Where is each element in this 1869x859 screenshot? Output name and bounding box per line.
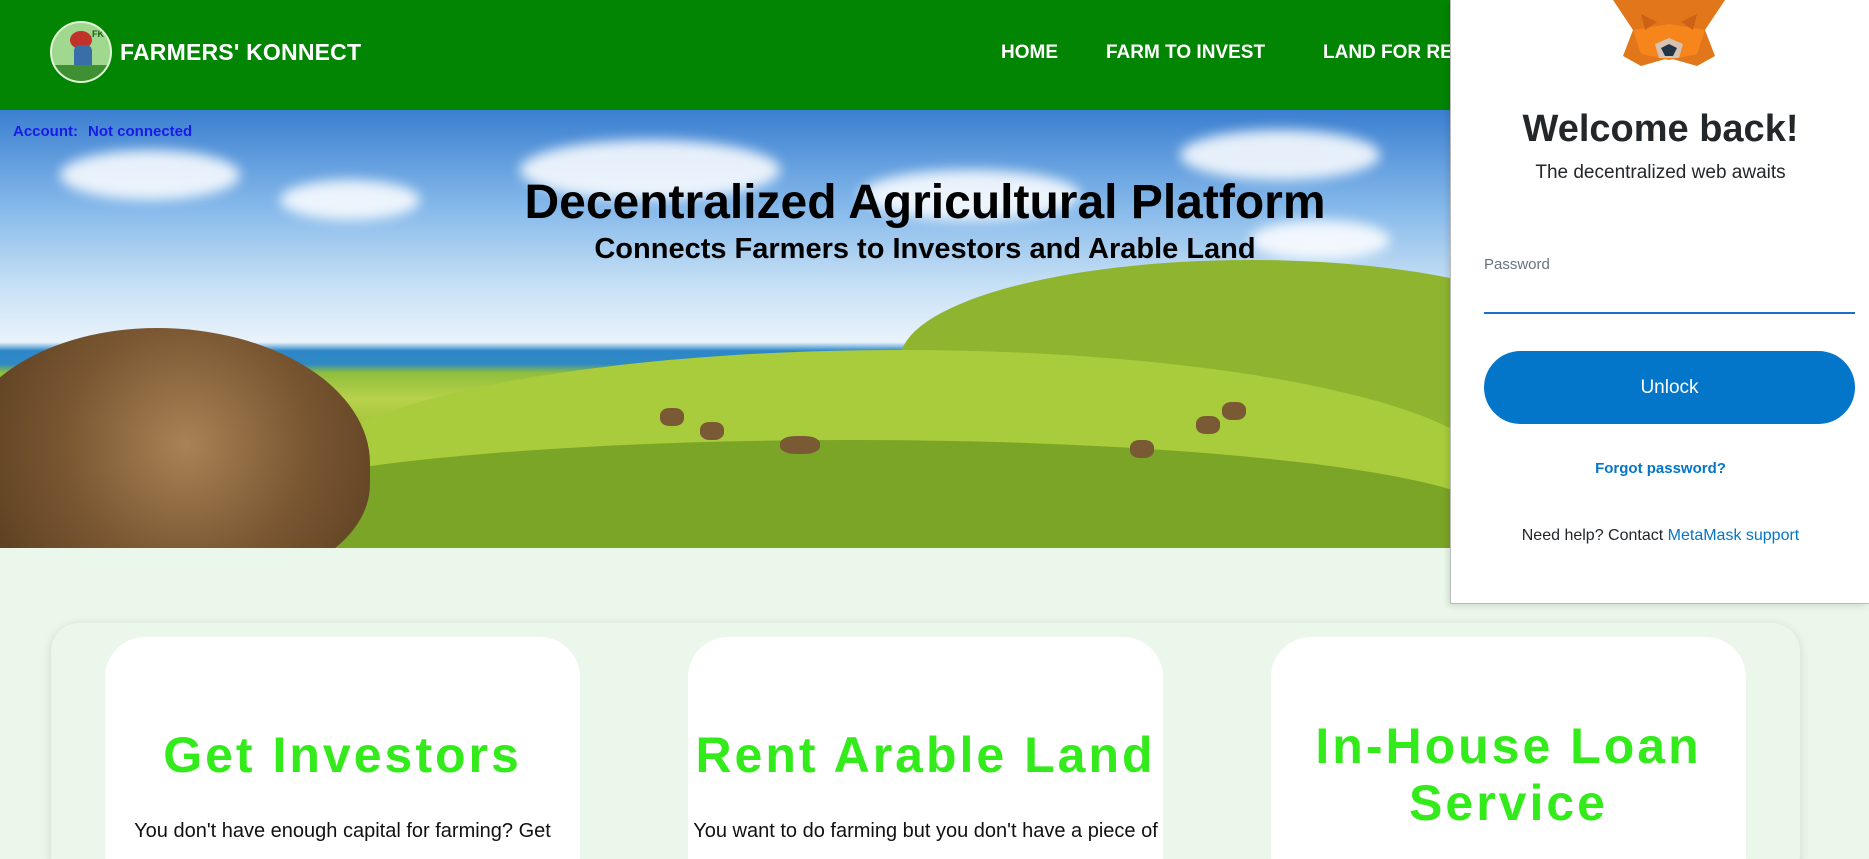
card-rent-arable-land[interactable]: Rent Arable Land You want to do farming … — [688, 637, 1163, 859]
nav-home[interactable]: HOME — [1001, 42, 1058, 64]
welcome-title: Welcome back! — [1522, 108, 1799, 150]
metamask-support-link[interactable]: MetaMask support — [1668, 527, 1800, 544]
hero-title: Decentralized Agricultural Platform — [524, 176, 1326, 229]
unlock-button[interactable]: Unlock — [1484, 351, 1855, 424]
account-status: Account: Not connected — [13, 123, 192, 140]
password-label: Password — [1484, 256, 1550, 273]
nav-land-for-rent[interactable]: LAND FOR RE — [1323, 42, 1453, 64]
account-value: Not connected — [88, 123, 193, 140]
card-text: You don't have enough capital for farmin… — [134, 820, 551, 842]
welcome-subtitle: The decentralized web awaits — [1535, 162, 1786, 183]
help-prefix: Need help? Contact — [1521, 527, 1664, 544]
card-in-house-loan[interactable]: In-House Loan Service — [1271, 637, 1746, 859]
hay-bale-image — [0, 328, 370, 548]
brand[interactable]: FK FARMERS' KONNECT — [50, 21, 361, 83]
forgot-password-link[interactable]: Forgot password? — [1451, 460, 1869, 477]
account-label: Account: — [13, 123, 78, 140]
card-title: Rent Arable Land — [695, 727, 1156, 783]
password-input[interactable] — [1484, 280, 1855, 314]
nav-farm-to-invest[interactable]: FARM TO INVEST — [1106, 42, 1265, 64]
metamask-unlock-popup: Welcome back! The decentralized web awai… — [1450, 0, 1869, 604]
card-text: You want to do farming but you don't hav… — [693, 820, 1158, 842]
farmer-logo-icon: FK — [50, 21, 112, 83]
fox-icon — [1613, 0, 1725, 66]
help-text: Need help? Contact MetaMask support — [1451, 527, 1869, 545]
hero-subtitle: Connects Farmers to Investors and Arable… — [594, 233, 1256, 265]
logo-text: FK — [92, 29, 104, 39]
brand-name: FARMERS' KONNECT — [120, 38, 362, 65]
card-get-investors[interactable]: Get Investors You don't have enough capi… — [105, 637, 580, 859]
card-title: In-House Loan Service — [1315, 718, 1702, 831]
card-title: Get Investors — [163, 727, 522, 783]
